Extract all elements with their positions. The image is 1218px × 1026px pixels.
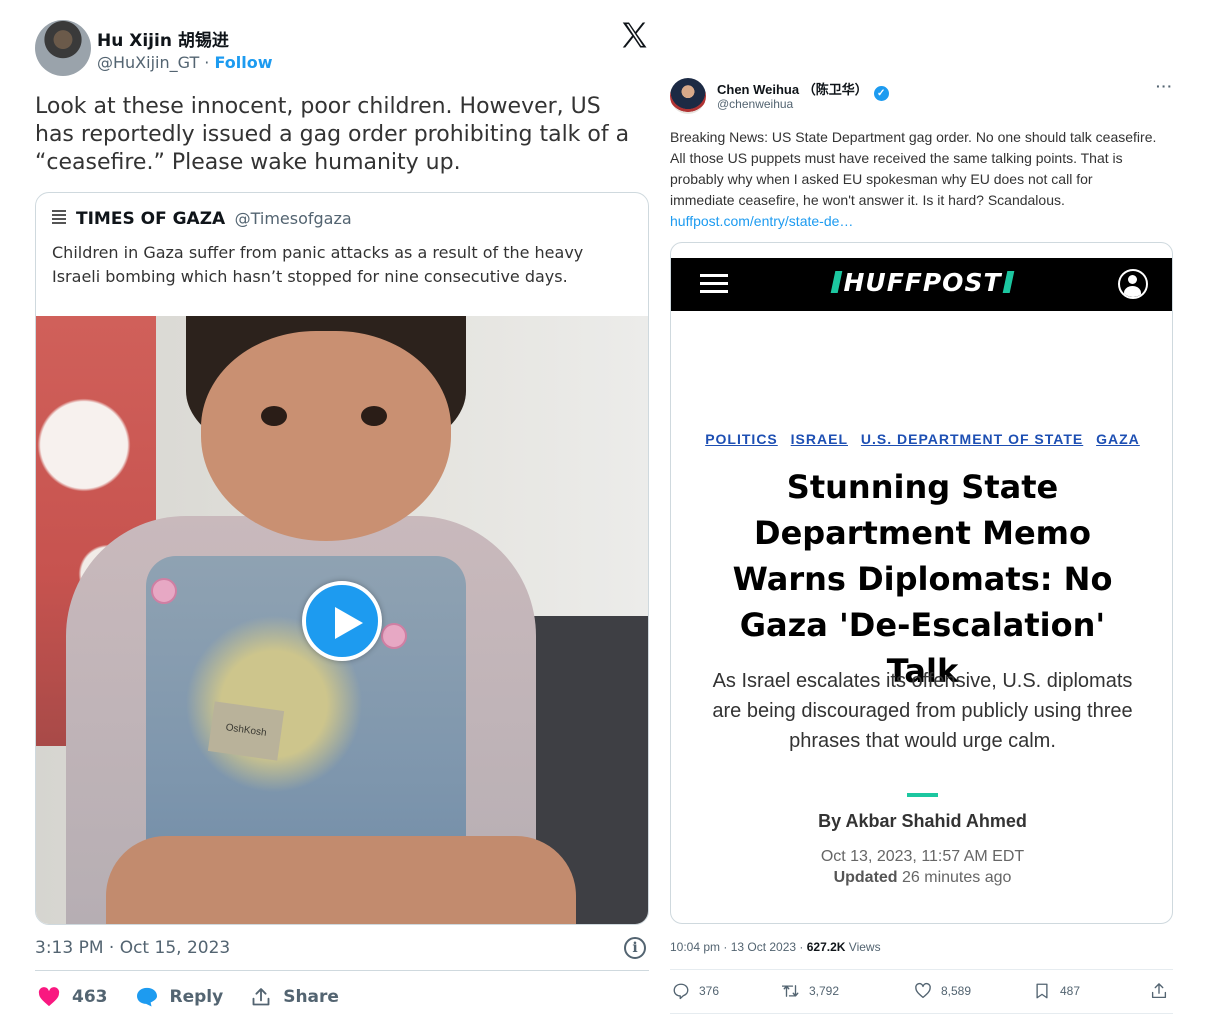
divider xyxy=(670,969,1173,970)
more-options-icon[interactable]: ··· xyxy=(1156,78,1173,94)
accent-divider xyxy=(907,793,938,797)
author-name[interactable]: Chen Weihua （陈卫华） xyxy=(717,82,868,97)
video-player[interactable]: OshKosh xyxy=(36,316,648,924)
tweet-timestamp[interactable]: 10:04 pm · 13 Oct 2023 · xyxy=(670,940,807,954)
child-eye xyxy=(361,406,387,426)
logo-slash-icon xyxy=(831,271,843,293)
child-legs xyxy=(106,836,576,924)
divider xyxy=(670,1013,1173,1014)
logo-slash-icon xyxy=(1002,271,1014,293)
verified-badge-icon: ✓ xyxy=(873,86,889,101)
article-date: Oct 13, 2023, 11:57 AM EDT xyxy=(820,848,1025,865)
bookmark-button[interactable]: 487 xyxy=(1033,982,1080,1000)
bookmark-count: 487 xyxy=(1060,984,1081,998)
article-headline[interactable]: Stunning State Department Memo Warns Dip… xyxy=(701,464,1144,694)
quote-text: Children in Gaza suffer from panic attac… xyxy=(52,243,584,286)
reply-label: Reply xyxy=(169,987,224,1007)
share-button[interactable]: Share xyxy=(251,987,339,1007)
heart-outline-icon xyxy=(915,982,931,999)
updated-value: 26 minutes ago xyxy=(897,869,1012,886)
tag-israel[interactable]: ISRAEL xyxy=(791,431,848,447)
author-handle-row: @HuXijin_GT · Follow xyxy=(97,53,273,72)
share-button[interactable] xyxy=(1150,982,1177,1000)
article-updated: Updated 26 minutes ago xyxy=(671,867,1172,888)
info-icon[interactable]: i xyxy=(624,937,646,959)
avatar[interactable] xyxy=(670,78,706,114)
share-label: Share xyxy=(283,987,339,1007)
tweet-stats: 376 3,792 8,589 487 xyxy=(672,982,1172,1002)
overalls-label-text: OshKosh xyxy=(224,722,268,739)
article-card[interactable]: HUFFPOST POLITICS ISRAEL U.S. DEPARTMENT… xyxy=(670,242,1173,924)
overalls-label: OshKosh xyxy=(207,701,285,761)
author-handle[interactable]: @chenweihua xyxy=(717,97,793,111)
quote-author-handle[interactable]: @Timesofgaza xyxy=(235,209,352,228)
reply-button[interactable]: 376 xyxy=(672,982,719,1000)
article-dateline: Oct 13, 2023, 11:57 AM EDT Updated 26 mi… xyxy=(671,846,1172,888)
left-tweet: Hu Xijin 胡锡进 @HuXijin_GT · Follow Look a… xyxy=(0,0,660,1026)
updated-label: Updated xyxy=(833,869,898,886)
huffpost-logo[interactable]: HUFFPOST xyxy=(671,268,1172,297)
reply-button[interactable]: Reply xyxy=(136,987,224,1007)
tweet-body: Breaking News: US State Department gag o… xyxy=(670,129,1157,208)
quote-author-name[interactable]: TIMES OF GAZA xyxy=(76,209,225,229)
tag-politics[interactable]: POLITICS xyxy=(705,431,778,447)
avatar[interactable] xyxy=(35,20,91,76)
reply-icon xyxy=(673,983,689,1000)
retweet-icon xyxy=(782,985,799,997)
tweet-actions: 463 Reply Share xyxy=(38,985,367,1009)
user-account-icon[interactable] xyxy=(1118,269,1148,299)
separator: · xyxy=(199,53,215,72)
reply-count: 376 xyxy=(699,984,720,998)
tweet-timestamp[interactable]: 3:13 PM · Oct 15, 2023 xyxy=(35,938,230,958)
tweet-text: Breaking News: US State Department gag o… xyxy=(670,127,1160,232)
bookmark-icon xyxy=(1036,983,1048,999)
article-tags: POLITICS ISRAEL U.S. DEPARTMENT OF STATE… xyxy=(671,431,1172,447)
times-of-gaza-logo-icon xyxy=(52,210,66,226)
retweet-count: 3,792 xyxy=(809,984,840,998)
heart-icon xyxy=(38,987,60,1007)
divider xyxy=(35,970,649,971)
reply-bubble-icon xyxy=(136,987,157,1007)
tag-gaza[interactable]: GAZA xyxy=(1096,431,1140,447)
follow-button[interactable]: Follow xyxy=(214,53,272,72)
overalls-button xyxy=(151,578,177,604)
share-icon xyxy=(252,988,270,1006)
article-byline[interactable]: By Akbar Shahid Ahmed xyxy=(671,811,1172,832)
overalls-button xyxy=(381,623,407,649)
view-count: 627.2K xyxy=(806,940,846,954)
logo-text: HUFFPOST xyxy=(843,268,1002,297)
huffpost-header: HUFFPOST xyxy=(671,258,1172,311)
play-icon[interactable] xyxy=(302,581,382,661)
right-tweet: Chen Weihua （陈卫华） ✓ @chenweihua ··· Break… xyxy=(660,0,1218,1026)
like-button[interactable]: 8,589 xyxy=(914,982,971,1000)
tweet-meta: 10:04 pm · 13 Oct 2023 · 627.2K Views xyxy=(670,940,881,954)
views-label: Views xyxy=(845,940,881,954)
child-eye xyxy=(261,406,287,426)
like-count: 8,589 xyxy=(941,984,972,998)
tweet-text: Look at these innocent, poor children. H… xyxy=(35,94,630,175)
article-dek: As Israel escalates its offensive, U.S. … xyxy=(712,670,1133,752)
share-icon xyxy=(1151,983,1167,999)
like-count: 463 xyxy=(72,987,108,1007)
quoted-tweet[interactable]: TIMES OF GAZA @Timesofgaza Children in G… xyxy=(35,192,649,925)
tag-state-department[interactable]: U.S. DEPARTMENT OF STATE xyxy=(861,431,1083,447)
retweet-button[interactable]: 3,792 xyxy=(782,982,839,1000)
quote-header: TIMES OF GAZA @Timesofgaza xyxy=(52,209,352,229)
author-handle[interactable]: @HuXijin_GT xyxy=(97,53,199,72)
author-name[interactable]: Hu Xijin 胡锡进 xyxy=(97,26,229,51)
x-logo-icon[interactable] xyxy=(619,20,649,50)
child-face xyxy=(201,331,451,541)
article-link[interactable]: huffpost.com/entry/state-de… xyxy=(670,213,853,229)
like-button[interactable]: 463 xyxy=(38,987,108,1007)
